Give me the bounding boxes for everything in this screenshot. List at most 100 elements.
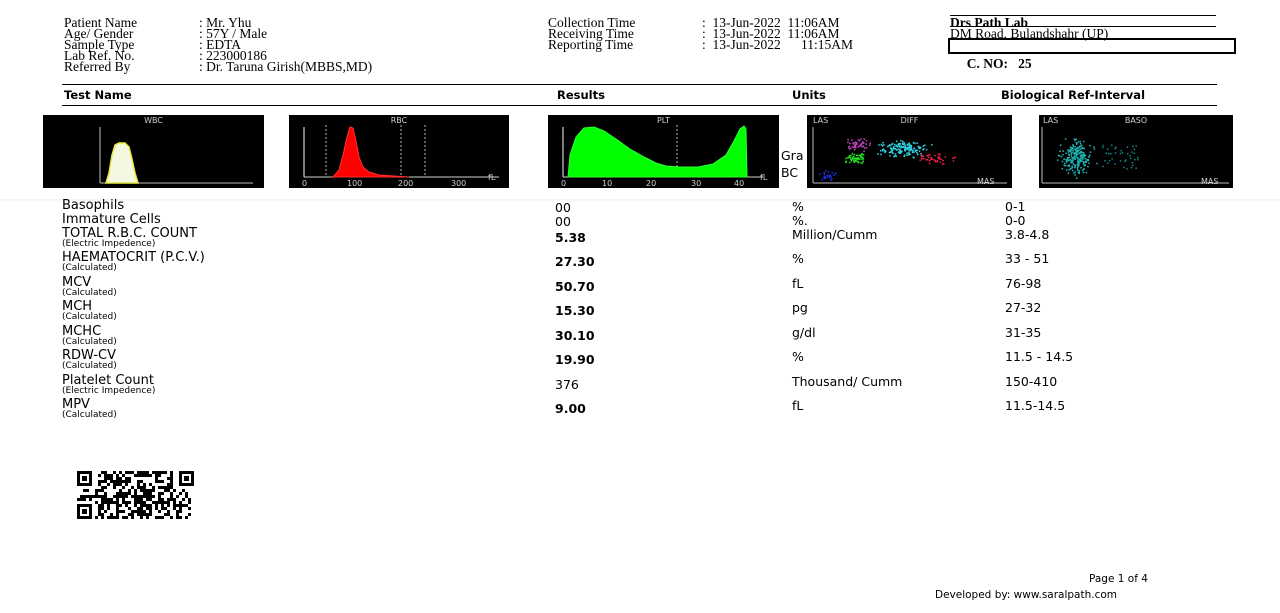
- qr-module: [98, 504, 101, 507]
- baso-dot: [1061, 160, 1064, 163]
- developed-by: Developed by: www.saralpath.com: [935, 589, 1118, 601]
- diff-eosinophil-dot: [863, 138, 866, 140]
- diff-monocyte-dot: [935, 161, 937, 163]
- baso-dot: [1063, 162, 1066, 165]
- diff-debris-dot: [823, 173, 826, 176]
- baso-dot: [1081, 169, 1084, 172]
- baso-dot: [1061, 167, 1064, 170]
- baso-dot: [1065, 161, 1068, 163]
- hidden-text-bc: BC: [781, 165, 799, 180]
- qr-module: [98, 474, 101, 477]
- qr-module: [188, 513, 191, 516]
- diff-neutrophil-dot: [887, 145, 890, 147]
- qr-module: [146, 489, 149, 492]
- hidden-text-gra: Gra: [781, 148, 804, 163]
- qr-module: [146, 498, 149, 501]
- qr-module: [134, 492, 137, 495]
- baso-dot: [1130, 166, 1133, 169]
- diff-neutrophil-dot: [916, 149, 918, 152]
- diff-monocyte-dot: [952, 160, 955, 162]
- diff-debris-dot: [831, 172, 834, 174]
- reporting-time-label: Reporting Time: [548, 37, 634, 52]
- qr-module: [134, 495, 137, 498]
- qr-module: [140, 486, 143, 489]
- diff-eosinophil-dot: [865, 143, 868, 145]
- qr-module: [155, 480, 158, 483]
- qr-module: [122, 498, 125, 501]
- qr-module: [128, 471, 131, 474]
- test-name: MCV: [62, 275, 92, 290]
- qr-module: [161, 498, 164, 501]
- qr-module: [119, 492, 122, 495]
- qr-module: [122, 492, 125, 495]
- diff-neutrophil-dot: [889, 144, 892, 147]
- baso-dot: [1070, 155, 1073, 158]
- qr-module: [104, 474, 107, 477]
- qr-code: [77, 471, 194, 519]
- qr-module: [131, 513, 134, 516]
- baso-dot: [1078, 171, 1080, 174]
- qr-module: [122, 486, 125, 489]
- qr-module: [104, 486, 107, 489]
- diff-lymphocyte-dot: [862, 159, 864, 161]
- rbc-histogram: RBC 0 100 200 300 fL: [289, 115, 509, 188]
- qr-module: [176, 495, 179, 498]
- qr-module: [98, 513, 101, 516]
- baso-dot: [1071, 158, 1073, 160]
- diff-monocyte-dot: [926, 158, 929, 161]
- col-ref-interval: Biological Ref-Interval: [1001, 88, 1146, 102]
- diff-monocyte-dot: [919, 153, 922, 156]
- baso-dot: [1085, 160, 1087, 163]
- qr-module: [149, 483, 152, 486]
- baso-dot: [1133, 152, 1136, 155]
- qr-module: [173, 498, 176, 501]
- qr-module: [101, 495, 104, 498]
- diff-neutrophil-dot: [897, 143, 900, 146]
- baso-dot: [1072, 172, 1075, 174]
- baso-dot: [1065, 169, 1068, 171]
- baso-dot: [1119, 160, 1122, 162]
- qr-module: [143, 489, 146, 492]
- qr-module: [134, 489, 137, 492]
- diff-neutrophil-dot: [898, 145, 901, 148]
- baso-dot: [1136, 156, 1139, 159]
- qr-module: [116, 513, 119, 516]
- baso-dot: [1084, 157, 1087, 160]
- diff-neutrophil-dot: [882, 141, 884, 144]
- baso-dot: [1122, 166, 1125, 169]
- qr-module: [95, 501, 98, 504]
- test-name: Immature Cells: [62, 212, 161, 227]
- diff-eosinophil-dot: [869, 144, 871, 146]
- qr-module: [149, 489, 152, 492]
- diff-eosinophil-dot: [865, 139, 868, 142]
- test-result: 00: [555, 214, 571, 229]
- qr-module: [158, 510, 161, 513]
- diff-eosinophil-dot: [851, 145, 854, 148]
- qr-module: [83, 489, 86, 492]
- qr-module: [116, 501, 119, 504]
- qr-module: [146, 507, 149, 510]
- diff-neutrophil-dot: [895, 140, 898, 143]
- baso-dot: [1082, 171, 1085, 174]
- baso-dot: [1069, 150, 1072, 153]
- qr-module: [137, 510, 140, 513]
- diff-neutrophil-dot: [879, 149, 882, 152]
- baso-dot: [1074, 171, 1077, 173]
- diff-neutrophil-dot: [914, 149, 917, 152]
- baso-dot: [1073, 153, 1076, 155]
- diff-neutrophil-dot: [923, 144, 926, 147]
- baso-dot: [1106, 162, 1109, 165]
- test-name: Platelet Count: [62, 373, 154, 388]
- qr-module: [89, 495, 92, 498]
- qr-module: [122, 495, 125, 498]
- test-result: 15.30: [555, 303, 595, 318]
- qr-module: [143, 486, 146, 489]
- qr-module: [152, 495, 155, 498]
- baso-dot: [1107, 152, 1110, 155]
- baso-dot: [1073, 155, 1076, 158]
- qr-module: [143, 504, 146, 507]
- diff-monocyte-dot: [939, 161, 942, 163]
- test-name: RDW-CV: [62, 348, 117, 363]
- qr-module: [101, 489, 104, 492]
- baso-dot: [1076, 157, 1079, 160]
